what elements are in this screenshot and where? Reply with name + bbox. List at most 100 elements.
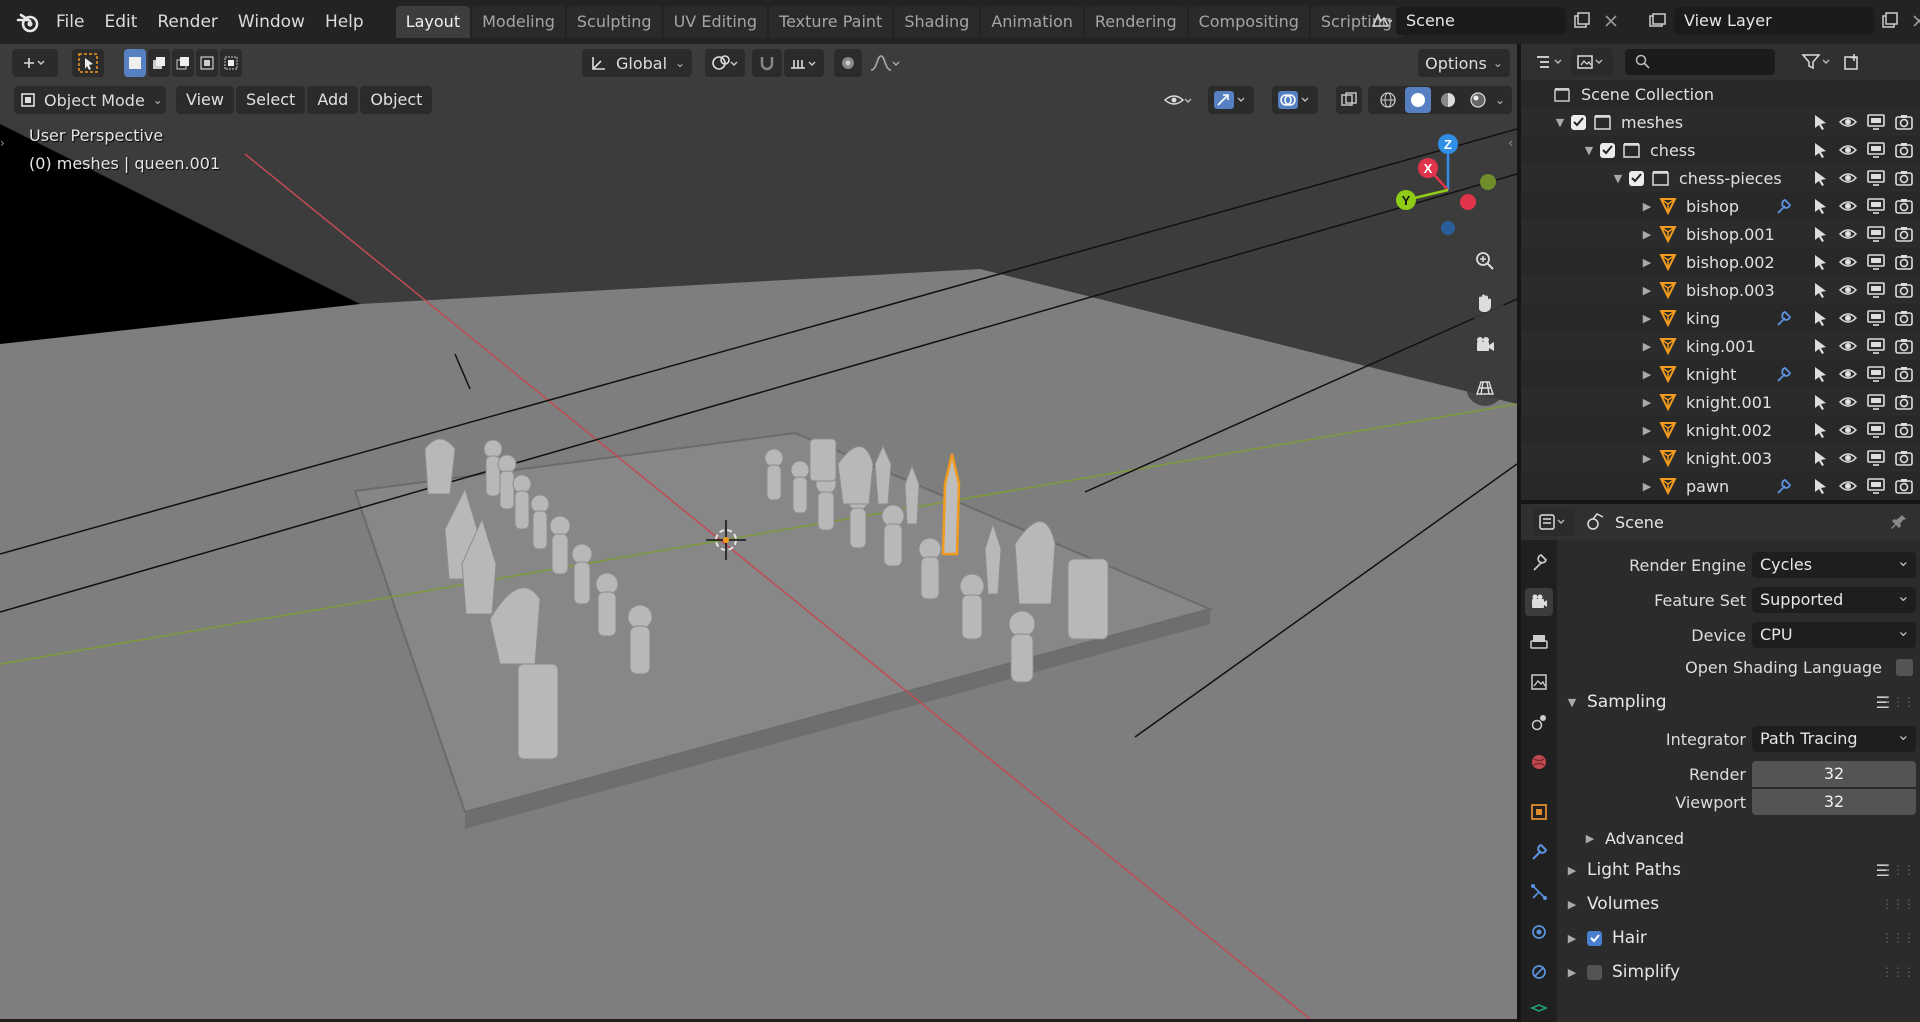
wireframe-shading-icon[interactable] (1375, 87, 1401, 113)
toolbar-expand-icon[interactable]: › (0, 136, 5, 150)
3d-viewport[interactable]: Global ⌄ Options ⌄ Object Mode ⌄ View Se… (0, 44, 1517, 1019)
render-samples-field[interactable]: 32 (1752, 761, 1916, 787)
eye-icon[interactable] (1838, 140, 1858, 160)
tab-shading[interactable]: Shading (894, 6, 980, 38)
advanced-subpanel-header[interactable]: ▶ Advanced (1559, 822, 1920, 854)
outliner-row-king-001[interactable]: ▶ king.001 (1521, 332, 1920, 360)
selectable-arrow-icon[interactable] (1810, 280, 1830, 300)
osl-checkbox[interactable] (1896, 658, 1913, 676)
tab-rendering[interactable]: Rendering (1084, 6, 1187, 38)
tab-output-icon[interactable] (1525, 628, 1553, 656)
select-tool-icon[interactable] (72, 49, 104, 77)
eye-icon[interactable] (1838, 280, 1858, 300)
drag-grip-icon[interactable]: ⋮⋮⋮ (1881, 863, 1915, 877)
outliner-row-bishop[interactable]: ▶ bishop (1521, 192, 1920, 220)
monitor-icon[interactable] (1866, 364, 1886, 384)
selectable-arrow-icon[interactable] (1810, 364, 1830, 384)
tab-uv-editing[interactable]: UV Editing (663, 6, 768, 38)
exclude-checkbox[interactable] (1600, 142, 1615, 158)
delete-scene-icon[interactable] (1596, 7, 1626, 35)
outliner-row-knight-003[interactable]: ▶ knight.003 (1521, 444, 1920, 472)
new-view-layer-icon[interactable] (1874, 7, 1904, 35)
new-collection-icon[interactable] (1837, 48, 1867, 76)
tab-modeling[interactable]: Modeling (472, 6, 565, 38)
hair-checkbox[interactable] (1587, 930, 1602, 946)
expanded-arrow-icon[interactable]: ▼ (1582, 144, 1596, 157)
selectable-arrow-icon[interactable] (1810, 196, 1830, 216)
monitor-icon[interactable] (1866, 196, 1886, 216)
eye-icon[interactable] (1838, 112, 1858, 132)
monitor-icon[interactable] (1866, 420, 1886, 440)
menu-edit[interactable]: Edit (94, 7, 147, 37)
eye-icon[interactable] (1838, 392, 1858, 412)
camera-icon[interactable] (1894, 252, 1914, 272)
select-subtract-icon[interactable] (172, 49, 194, 77)
menu-view[interactable]: View (176, 86, 234, 114)
camera-icon[interactable] (1894, 196, 1914, 216)
camera-icon[interactable] (1894, 420, 1914, 440)
wrench-icon[interactable] (1775, 197, 1793, 215)
select-intersect-icon[interactable] (220, 49, 242, 77)
proportional-edit-icon[interactable] (834, 49, 862, 77)
new-scene-icon[interactable] (1566, 7, 1596, 35)
drag-grip-icon[interactable]: ⋮⋮⋮ (1881, 695, 1915, 709)
tab-world-icon[interactable] (1525, 748, 1553, 776)
select-new-icon[interactable] (124, 49, 146, 77)
collapsed-arrow-icon[interactable]: ▶ (1640, 452, 1654, 465)
monitor-icon[interactable] (1866, 308, 1886, 328)
tab-physics-icon[interactable] (1525, 918, 1553, 946)
material-shading-icon[interactable] (1435, 87, 1461, 113)
tab-tool-icon[interactable] (1525, 548, 1553, 576)
monitor-icon[interactable] (1866, 392, 1886, 412)
tab-particles-icon[interactable] (1525, 878, 1553, 906)
collapsed-arrow-icon[interactable]: ▶ (1640, 424, 1654, 437)
tab-data-icon[interactable] (1525, 998, 1553, 1022)
collapsed-arrow-icon[interactable]: ▶ (1640, 200, 1654, 213)
eye-icon[interactable] (1838, 476, 1858, 496)
outliner-row-bishop-003[interactable]: ▶ bishop.003 (1521, 276, 1920, 304)
tab-scene-icon[interactable] (1525, 708, 1553, 736)
pivot-point-icon[interactable] (705, 49, 745, 77)
tab-texture-paint[interactable]: Texture Paint (769, 6, 893, 38)
view-layer-browse-icon[interactable] (1644, 7, 1674, 35)
outliner-editor-type-icon[interactable] (1531, 48, 1571, 76)
outliner-row-pawn[interactable]: ▶ pawn (1521, 472, 1920, 500)
viewport-scene[interactable] (0, 44, 1517, 1019)
collapsed-arrow-icon[interactable]: ▶ (1640, 228, 1654, 241)
display-mode-icon[interactable] (1571, 48, 1613, 76)
camera-icon[interactable] (1894, 476, 1914, 496)
sampling-panel-header[interactable]: ▼ Sampling ☰ ⋮⋮⋮ (1559, 686, 1920, 718)
drag-grip-icon[interactable]: ⋮⋮⋮ (1881, 965, 1915, 979)
scene-name-field[interactable]: Scene (1396, 7, 1566, 35)
pan-hand-icon[interactable] (1466, 284, 1504, 322)
collapsed-arrow-icon[interactable]: ▶ (1640, 340, 1654, 353)
selectable-arrow-icon[interactable] (1810, 224, 1830, 244)
drag-grip-icon[interactable]: ⋮⋮⋮ (1881, 897, 1915, 911)
selectable-arrow-icon[interactable] (1810, 140, 1830, 160)
monitor-icon[interactable] (1866, 252, 1886, 272)
collapsed-arrow-icon[interactable]: ▶ (1640, 368, 1654, 381)
tab-compositing[interactable]: Compositing (1188, 6, 1309, 38)
camera-icon[interactable] (1894, 112, 1914, 132)
menu-render[interactable]: Render (147, 7, 228, 37)
tab-render-icon[interactable] (1525, 588, 1553, 616)
selectable-arrow-icon[interactable] (1810, 476, 1830, 496)
zoom-icon[interactable] (1466, 242, 1504, 280)
eye-icon[interactable] (1838, 308, 1858, 328)
wrench-icon[interactable] (1775, 365, 1793, 383)
filter-icon[interactable] (1797, 48, 1837, 76)
snap-target-icon[interactable] (784, 49, 824, 77)
outliner-row-knight[interactable]: ▶ knight (1521, 360, 1920, 388)
eye-icon[interactable] (1838, 420, 1858, 440)
tab-object-icon[interactable] (1525, 798, 1553, 826)
exclude-checkbox[interactable] (1629, 170, 1644, 186)
outliner-row-bishop-002[interactable]: ▶ bishop.002 (1521, 248, 1920, 276)
sidebar-expand-icon[interactable]: ‹ (1508, 136, 1513, 150)
eye-icon[interactable] (1838, 448, 1858, 468)
camera-icon[interactable] (1894, 392, 1914, 412)
scene-collection-row[interactable]: Scene Collection (1521, 80, 1920, 108)
tab-animation[interactable]: Animation (981, 6, 1083, 38)
transform-orientation-dropdown[interactable]: Global ⌄ (582, 49, 692, 77)
eye-icon[interactable] (1838, 224, 1858, 244)
scene-browse-icon[interactable] (1366, 7, 1396, 35)
